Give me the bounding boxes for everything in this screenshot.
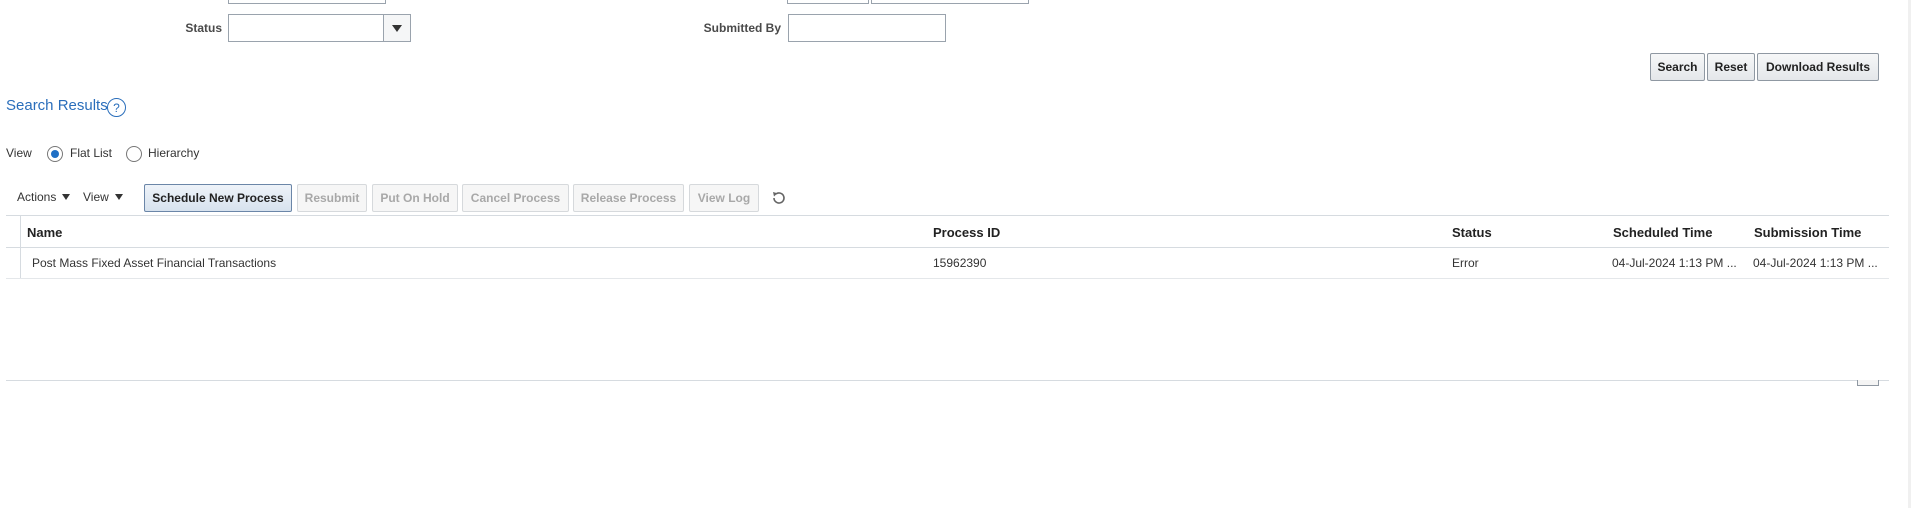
submitted-by-input[interactable] <box>788 14 946 42</box>
top-partial-input-3[interactable] <box>871 0 1029 4</box>
scroll-handle[interactable] <box>1857 380 1879 386</box>
cell-status: Error <box>1452 256 1479 270</box>
view-menu-label: View <box>83 190 109 204</box>
reset-button[interactable]: Reset <box>1707 53 1755 81</box>
view-log-button[interactable]: View Log <box>689 184 759 212</box>
flat-list-label[interactable]: Flat List <box>70 146 112 160</box>
flat-list-radio[interactable] <box>47 146 63 162</box>
release-process-button[interactable]: Release Process <box>573 184 684 212</box>
help-icon[interactable]: ? <box>107 98 126 117</box>
hierarchy-label[interactable]: Hierarchy <box>148 146 199 160</box>
column-header-submission-time[interactable]: Submission Time <box>1754 225 1861 240</box>
cancel-process-button[interactable]: Cancel Process <box>462 184 569 212</box>
resubmit-button[interactable]: Resubmit <box>297 184 367 212</box>
status-label: Status <box>185 21 222 35</box>
cell-process-id: 15962390 <box>933 256 987 270</box>
row-selector[interactable] <box>6 248 21 278</box>
actions-menu[interactable]: Actions <box>17 190 71 204</box>
download-results-button[interactable]: Download Results <box>1757 53 1879 81</box>
top-partial-input-2[interactable] <box>787 0 869 4</box>
view-menu[interactable]: View <box>83 190 123 204</box>
cell-submission-time: 04-Jul-2024 1:13 PM ... <box>1753 256 1878 270</box>
search-results-title: Search Results <box>6 97 108 114</box>
table-row[interactable]: Post Mass Fixed Asset Financial Transact… <box>6 248 1889 279</box>
cell-scheduled-time: 04-Jul-2024 1:13 PM ... <box>1612 256 1737 270</box>
top-partial-input-1[interactable] <box>228 0 386 4</box>
view-label: View <box>6 146 32 160</box>
column-header-process-id[interactable]: Process ID <box>933 225 1000 240</box>
table-bottom-border <box>6 380 1889 381</box>
submitted-by-label: Submitted By <box>703 21 781 35</box>
cell-name: Post Mass Fixed Asset Financial Transact… <box>32 256 277 270</box>
column-header-scheduled-time[interactable]: Scheduled Time <box>1613 225 1712 240</box>
status-dropdown-button[interactable] <box>383 15 410 41</box>
actions-menu-label: Actions <box>17 190 57 204</box>
chevron-down-icon <box>62 194 71 200</box>
schedule-new-process-button[interactable]: Schedule New Process <box>144 184 292 212</box>
chevron-down-icon <box>392 24 402 32</box>
table-header: Name Process ID Status Scheduled Time Su… <box>6 215 1889 248</box>
put-on-hold-button[interactable]: Put On Hold <box>372 184 458 212</box>
column-header-status[interactable]: Status <box>1452 225 1492 240</box>
header-row-selector <box>6 216 21 247</box>
refresh-icon[interactable] <box>770 189 788 207</box>
column-header-name[interactable]: Name <box>27 225 62 240</box>
chevron-down-icon <box>114 194 123 200</box>
status-select[interactable] <box>228 14 411 42</box>
hierarchy-radio[interactable] <box>126 146 142 162</box>
search-button[interactable]: Search <box>1650 53 1705 81</box>
